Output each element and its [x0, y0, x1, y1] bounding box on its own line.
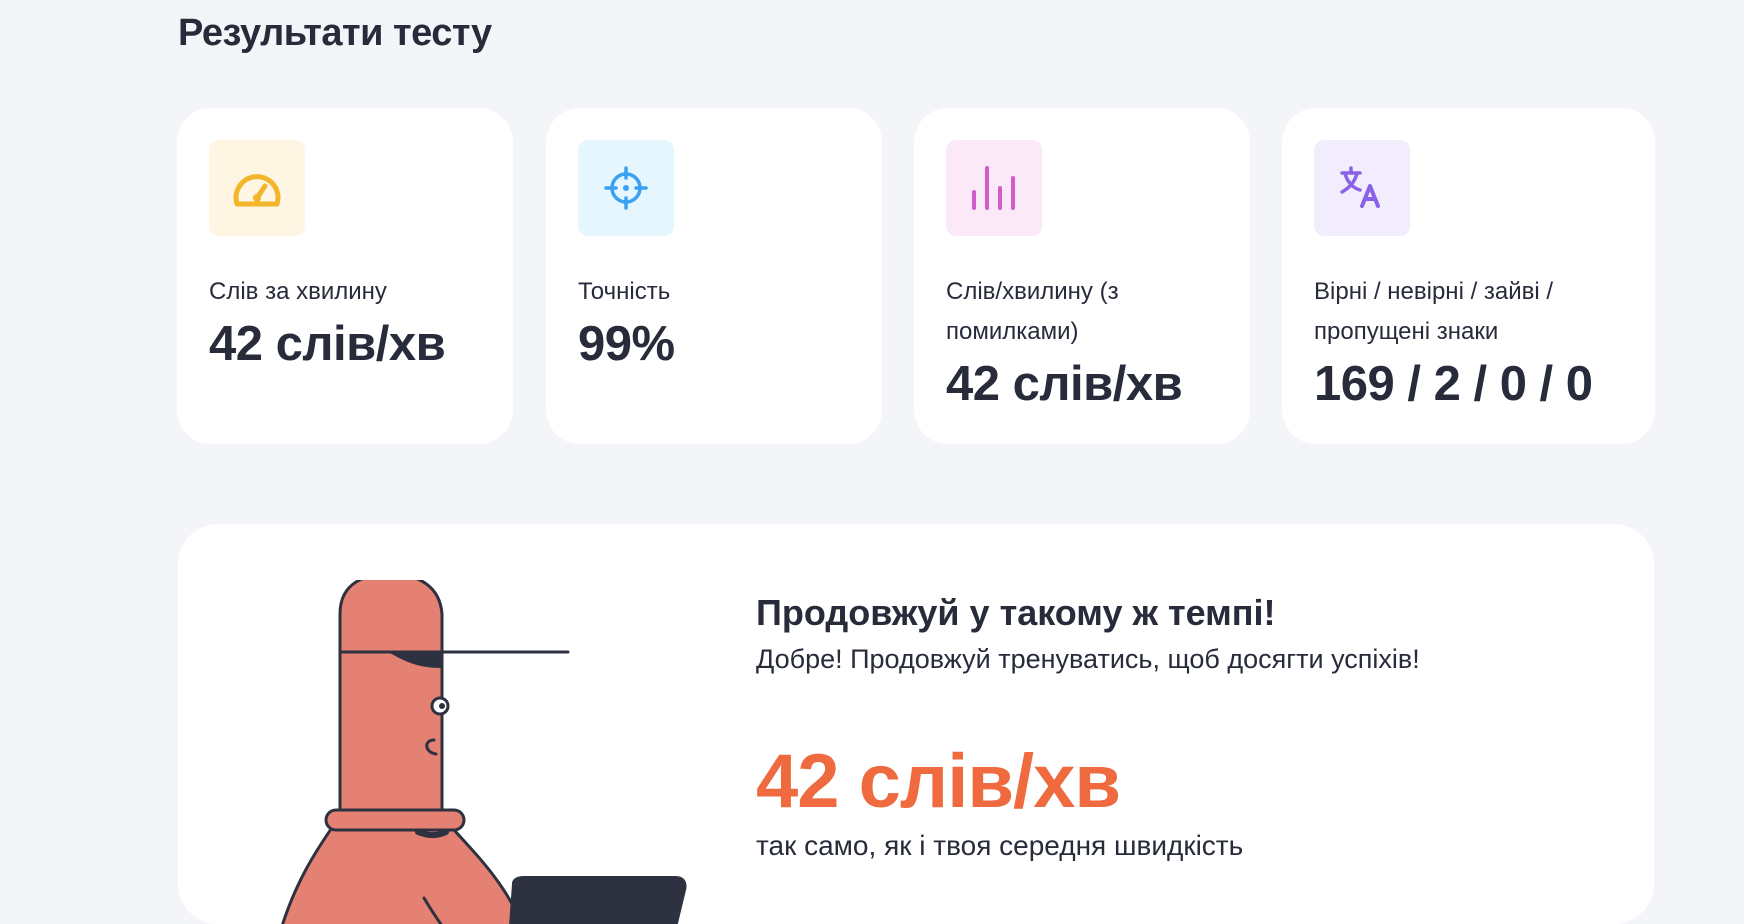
feedback-speed: 42 слів/хв	[756, 739, 1121, 824]
feedback-panel: Продовжуй у такому ж темпі! Добре! Продо…	[178, 524, 1654, 924]
stat-label: Слів/хвилину (з помилками)	[946, 278, 1119, 345]
page-title: Результати тесту	[178, 12, 492, 54]
stat-value: 42 слів/хв	[946, 357, 1183, 411]
crosshair-icon	[578, 140, 674, 236]
feedback-title: Продовжуй у такому ж темпі!	[756, 592, 1276, 633]
feedback-comparison: так само, як і твоя середня швидкість	[756, 830, 1244, 861]
stat-card-accuracy: Точність 99%	[546, 108, 882, 444]
feedback-subtitle: Добре! Продовжуй тренуватись, щоб досягт…	[756, 644, 1420, 674]
speedometer-icon	[209, 140, 305, 236]
translate-icon	[1314, 140, 1410, 236]
typing-character-illustration	[281, 580, 687, 924]
stat-value: 42 слів/хв	[209, 317, 446, 371]
stat-label: Точність	[578, 278, 671, 305]
stat-card-wpm-errors: Слів/хвилину (з помилками) 42 слів/хв	[914, 108, 1250, 444]
stat-value: 169 / 2 / 0 / 0	[1314, 357, 1593, 411]
stat-label: Вірні / невірні / зайві / пропущені знак…	[1314, 278, 1554, 345]
bar-chart-icon	[946, 140, 1042, 236]
stat-card-wpm: Слів за хвилину 42 слів/хв	[177, 108, 513, 444]
stat-value: 99%	[578, 317, 675, 371]
stat-label: Слів за хвилину	[209, 278, 387, 305]
stat-card-chars: Вірні / невірні / зайві / пропущені знак…	[1282, 108, 1655, 444]
